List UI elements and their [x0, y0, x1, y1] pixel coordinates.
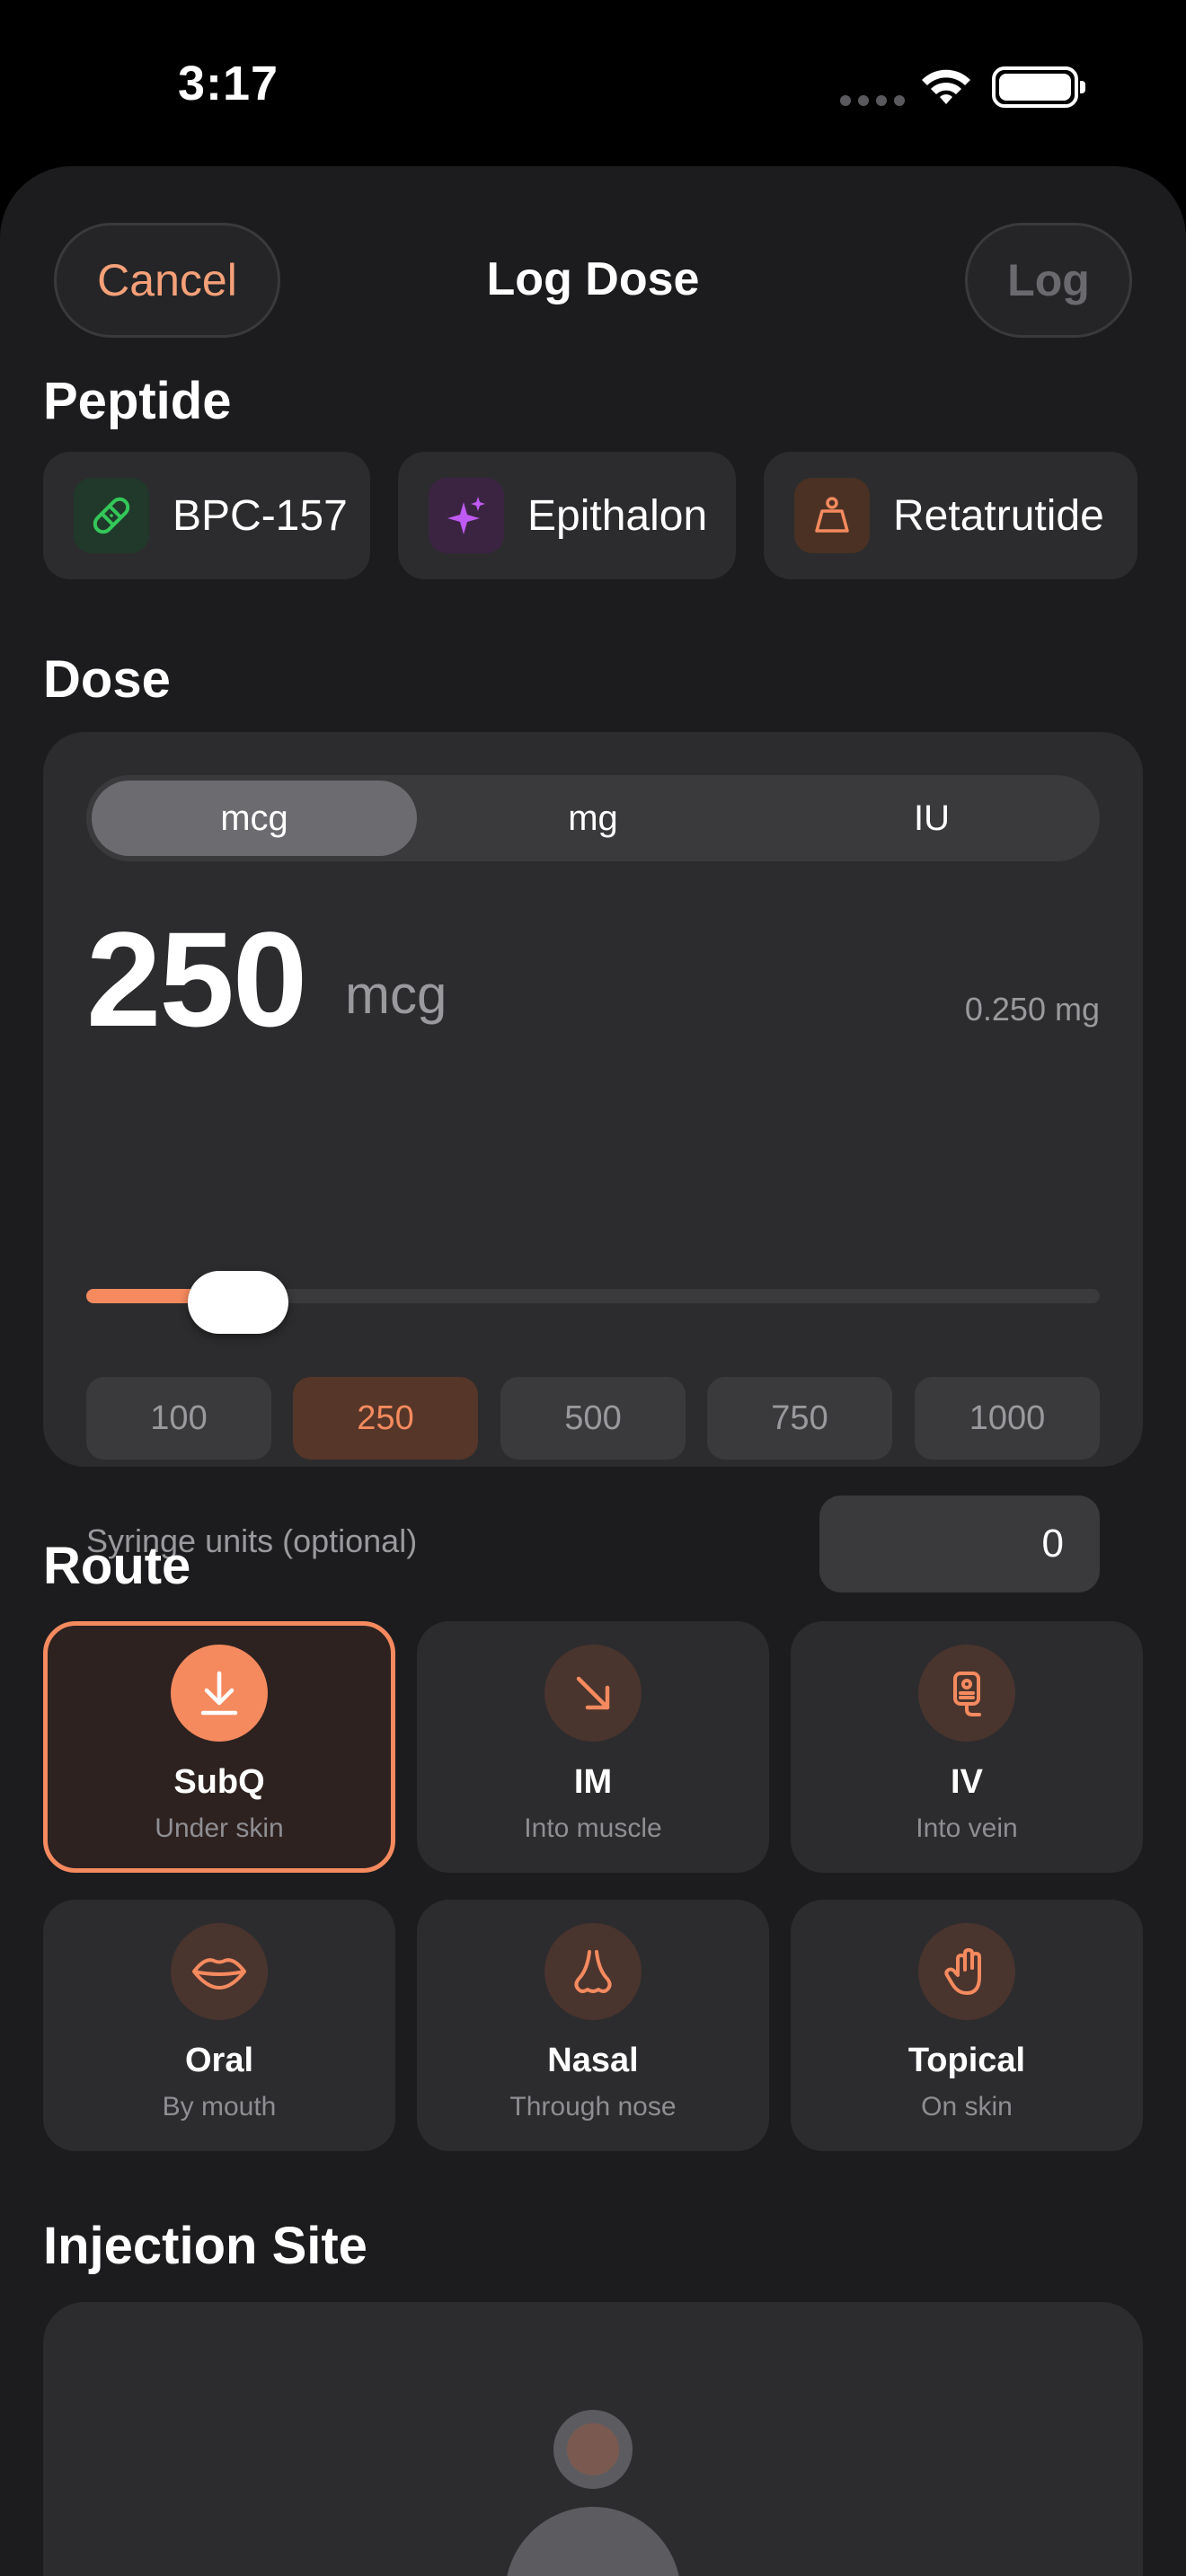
section-title-dose: Dose: [43, 650, 171, 709]
route-description: On skin: [921, 2092, 1013, 2122]
log-button[interactable]: Log: [965, 223, 1132, 338]
dose-slider-thumb[interactable]: [188, 1271, 289, 1334]
unit-segmented-control: mcg mg IU: [86, 775, 1100, 861]
status-bar: 3:17: [0, 0, 1186, 166]
peptide-chip-label: BPC-157: [173, 491, 348, 540]
log-dose-sheet: Cancel Log Dose Log Peptide BPC-157 Epit…: [0, 166, 1186, 2576]
dose-slider[interactable]: [86, 1271, 1100, 1334]
bandage-icon: [74, 478, 149, 553]
preset-100[interactable]: 100: [86, 1377, 271, 1460]
peptide-chip-label: Epithalon: [527, 491, 708, 540]
route-name: Oral: [184, 2042, 254, 2079]
route-name: Topical: [907, 2042, 1026, 2079]
dose-card: mcg mg IU 250 mcg 0.250 mg 100 250 500 7…: [43, 732, 1143, 1592]
route-description: Into muscle: [524, 1813, 662, 1843]
wifi-icon: [922, 69, 970, 104]
section-title-injection-site: Injection Site: [43, 2217, 367, 2275]
route-description: Under skin: [155, 1813, 284, 1843]
peptide-chip-epithalon[interactable]: Epithalon: [398, 452, 736, 579]
peptide-chip-bpc-157[interactable]: BPC-157: [43, 452, 370, 579]
section-title-route: Route: [43, 1537, 191, 1595]
route-name: IV: [951, 1763, 983, 1801]
sparkles-icon: [429, 478, 504, 553]
dose-conversion: 0.250 mg: [964, 991, 1100, 1028]
body-diagram-torso[interactable]: [505, 2507, 681, 2576]
route-card-nasal[interactable]: Nasal Through nose: [417, 1900, 769, 2151]
route-name: SubQ: [173, 1763, 265, 1801]
section-title-peptide: Peptide: [43, 372, 232, 430]
arrow-down-right-icon: [544, 1645, 642, 1742]
syringe-units-input[interactable]: 0: [819, 1495, 1100, 1592]
route-card-im[interactable]: IM Into muscle: [417, 1621, 769, 1873]
iv-bag-icon: [918, 1645, 1015, 1742]
route-name: IM: [573, 1763, 613, 1801]
route-description: By mouth: [162, 2092, 277, 2122]
arrow-down-to-line-icon: [171, 1645, 268, 1742]
route-card-subq[interactable]: SubQ Under skin: [43, 1621, 395, 1873]
route-description: Into vein: [916, 1813, 1018, 1843]
preset-250[interactable]: 250: [293, 1377, 478, 1460]
cellular-signal-icon: [840, 95, 905, 106]
status-time: 3:17: [178, 57, 279, 110]
preset-1000[interactable]: 1000: [915, 1377, 1100, 1460]
preset-750[interactable]: 750: [707, 1377, 892, 1460]
unit-segment-iu[interactable]: IU: [769, 781, 1094, 856]
battery-icon: [992, 66, 1085, 108]
nose-icon: [544, 1923, 642, 2020]
route-card-topical[interactable]: Topical On skin: [791, 1900, 1143, 2151]
peptide-chip-retatrutide[interactable]: Retatrutide: [764, 452, 1137, 579]
lips-icon: [171, 1923, 268, 2020]
scale-weight-icon: [794, 478, 870, 553]
dose-unit-label: mcg: [345, 965, 447, 1025]
unit-segment-mcg[interactable]: mcg: [92, 781, 417, 856]
dose-value: 250: [86, 904, 307, 1054]
preset-500[interactable]: 500: [500, 1377, 686, 1460]
route-card-oral[interactable]: Oral By mouth: [43, 1900, 395, 2151]
route-description: Through nose: [509, 2092, 677, 2122]
peptide-chip-label: Retatrutide: [893, 491, 1104, 540]
route-name: Nasal: [547, 2042, 639, 2079]
body-diagram-head[interactable]: [553, 2410, 633, 2489]
route-card-iv[interactable]: IV Into vein: [791, 1621, 1143, 1873]
hand-icon: [918, 1923, 1015, 2020]
cancel-button[interactable]: Cancel: [54, 223, 280, 338]
unit-segment-mg[interactable]: mg: [430, 781, 756, 856]
injection-site-card: [43, 2302, 1143, 2576]
